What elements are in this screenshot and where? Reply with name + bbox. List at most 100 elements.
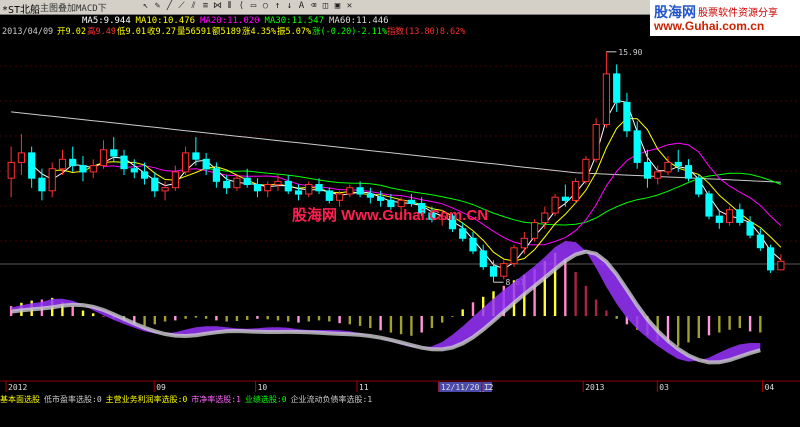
candle-body (633, 130, 641, 163)
candle-body (171, 171, 180, 189)
candle-body (48, 168, 56, 192)
candle-body (366, 193, 374, 198)
macd-bar (348, 316, 351, 325)
candle-body (377, 196, 385, 201)
dif-ribbon (11, 241, 761, 363)
candle-body (38, 177, 46, 192)
macd-bar (399, 316, 403, 335)
status-item: 基本面选股 (0, 395, 40, 404)
candle-body (695, 177, 703, 195)
macd-bar (697, 316, 700, 338)
macd-bar (718, 316, 721, 333)
candle-body (551, 196, 559, 214)
ma-legend-item: MA60:11.446 (329, 16, 389, 26)
candle-body (705, 193, 713, 217)
macd-bar (677, 316, 680, 347)
macd-bar (410, 316, 413, 336)
macd-bar (235, 316, 239, 321)
candle-body (469, 237, 477, 252)
quote-item: 低9.01 (117, 26, 146, 37)
candle-body (274, 180, 282, 186)
candle-body (58, 158, 67, 170)
candle-body (99, 149, 108, 167)
candle-body (541, 212, 549, 223)
macd-bar (297, 316, 300, 323)
candle-body (664, 161, 672, 173)
macd-bar (379, 316, 382, 331)
candle-body (356, 187, 364, 195)
macd-bar (615, 316, 618, 319)
quote-item: 涨4.35% (242, 26, 276, 37)
candle-body (726, 209, 734, 223)
macd-bar (461, 309, 464, 316)
candle-body (212, 168, 221, 182)
quote-item: 额5189 (212, 26, 241, 37)
high-price-label: 15.90 (618, 48, 642, 57)
macd-bar (564, 258, 567, 317)
candle-body (387, 199, 395, 208)
status-item: 市净率选股:1 (191, 395, 241, 404)
candle-body (141, 171, 149, 179)
kline-chart[interactable]: MA5:9.944 MA10:10.476 MA20:11.020 MA30:11.5… (0, 0, 800, 427)
quote-item: 高9.49 (87, 26, 116, 37)
macd-bar (215, 316, 218, 321)
candle-body (489, 266, 498, 277)
ma-legend-item: MA5:9.944 (82, 16, 131, 26)
axis-label: 2013 (585, 383, 604, 392)
candle-body (407, 199, 415, 205)
ma5-line (31, 99, 782, 270)
macd-bar (451, 316, 454, 317)
macd-bar (276, 316, 280, 321)
macd-bar (738, 316, 741, 329)
status-item: 主营业务利润率选股:0 (105, 395, 188, 404)
candle-body (336, 193, 344, 201)
macd-bar (307, 316, 310, 322)
candle-body (294, 190, 303, 195)
axis-label: 10 (258, 383, 268, 392)
macd-bar (707, 316, 711, 336)
macd-bar (317, 316, 321, 321)
watermark-text: 股海网 Www.Guhai.Com.CN (292, 206, 488, 224)
status-item: 低市盈率选股:0 (44, 395, 102, 404)
candle-body (243, 177, 251, 185)
quote-item: 涨(-0.20)-2.11% (312, 26, 387, 37)
candle-body (674, 161, 682, 167)
macd-bar (174, 316, 177, 321)
ma-legend-item: MA10:10.476 (136, 16, 196, 26)
candle-body (613, 73, 621, 103)
status-item: 企业流动负债率选股:1 (290, 395, 373, 404)
macd-bar (441, 316, 444, 323)
macd-bar (594, 299, 598, 316)
macd-bar (369, 316, 372, 329)
macd-bar (389, 316, 393, 333)
candle-body (69, 158, 77, 167)
candle-body (767, 247, 775, 271)
quote-item: 量56591 (177, 27, 211, 37)
macd-bar (338, 316, 341, 324)
status-bar: 基本面选股 低市盈率选股:0 主营业务利润率选股:0 市净率选股:1 业绩选股:0 企业流… (0, 394, 800, 404)
candle-body (182, 152, 190, 173)
candle-body (397, 199, 405, 208)
quote-item: 振5.07% (277, 26, 311, 37)
quote-item: 指数(13.80)8.62% (387, 26, 465, 37)
candle-body (643, 161, 652, 179)
macd-bar (420, 316, 423, 333)
macd-bar (358, 316, 362, 326)
quote-item: 开9.02 (57, 27, 86, 37)
quote-item: 2013/04/09 (2, 27, 53, 37)
status-item: 业绩选股:0 (244, 395, 287, 404)
axis-label: 09 (156, 383, 166, 392)
candle-body (223, 180, 231, 189)
macd-bar (584, 285, 588, 317)
candle-body (459, 228, 467, 239)
candle-body (715, 215, 723, 223)
candle-body (130, 168, 138, 173)
macd-bar (81, 310, 85, 316)
macd-bar (246, 316, 249, 320)
macd-bar (471, 302, 475, 317)
candle-body (736, 209, 744, 223)
macd-bar (687, 316, 690, 343)
candle-body (531, 222, 539, 239)
candle-body (284, 180, 292, 192)
macd-bar (184, 316, 187, 319)
